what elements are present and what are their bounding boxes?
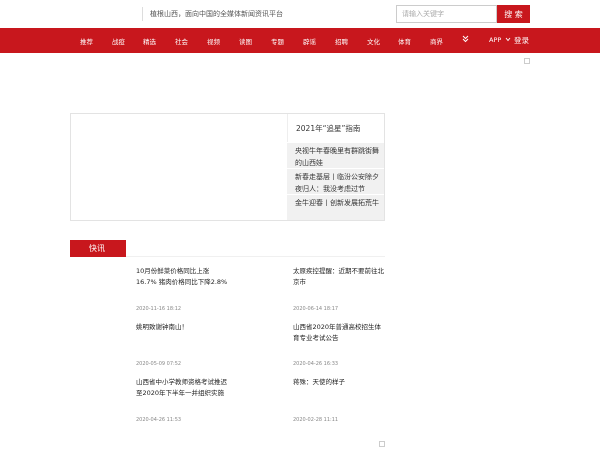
- login-link[interactable]: 登录: [514, 35, 529, 46]
- nav-item-culture[interactable]: 文化: [367, 36, 380, 46]
- search-button[interactable]: 搜 索: [497, 5, 530, 23]
- news-date: 2020-06-14 18:17: [293, 306, 339, 312]
- featured-item[interactable]: 金牛迎春丨创新发展拓荒牛: [287, 194, 384, 220]
- news-title[interactable]: 蒋殊：天使的样子: [293, 377, 385, 388]
- main-nav: 推荐 战疫 精选 社会 视频 读图 专题 辟谣 招聘 文化 体育 商界 APP …: [0, 28, 600, 53]
- news-title[interactable]: 姚明致谢钟南山！: [136, 322, 228, 333]
- nav-item-recommend[interactable]: 推荐: [80, 36, 93, 46]
- news-date: 2020-04-26 11:53: [136, 417, 182, 423]
- nav-item-epidemic[interactable]: 战疫: [112, 36, 125, 46]
- chevron-down-icon: [506, 37, 511, 42]
- nav-item-rumor[interactable]: 辟谣: [303, 36, 316, 46]
- double-chevron-down-icon[interactable]: [462, 35, 469, 45]
- featured-heading[interactable]: 2021年“追星”指南: [287, 114, 384, 142]
- site-slogan: 植根山西，面向中国的全媒体新闻资讯平台: [150, 10, 283, 18]
- nav-item-business[interactable]: 商界: [430, 36, 443, 46]
- nav-item-jobs[interactable]: 招聘: [335, 36, 348, 46]
- news-title[interactable]: 10月份鲜菜价格同比上涨16.7% 猪肉价格同比下降2.8%: [136, 266, 228, 288]
- featured-item[interactable]: 央视牛年春晚里有群跳街舞的山西娃: [287, 142, 384, 168]
- news-item[interactable]: 山西省中小学教师资格考试推迟至2020年下半年一并组织实施: [136, 377, 228, 399]
- nav-item-topics[interactable]: 专题: [271, 36, 284, 46]
- news-item[interactable]: 姚明致谢钟南山！: [136, 322, 228, 333]
- flash-news-tab[interactable]: 快讯: [70, 240, 126, 257]
- placeholder-image-icon: [379, 441, 385, 447]
- featured-slider: 2021年“追星”指南 央视牛年春晚里有群跳街舞的山西娃 新春走基层丨临汾公安除…: [70, 113, 385, 221]
- app-label: APP: [489, 36, 502, 44]
- search-input[interactable]: [396, 5, 497, 23]
- news-date: 2020-04-26 16:33: [293, 361, 339, 367]
- logo-divider: [142, 7, 143, 21]
- placeholder-image-icon: [524, 58, 530, 64]
- news-title[interactable]: 山西省2020年普通高校招生体育专业考试公告: [293, 322, 385, 344]
- nav-item-pictures[interactable]: 读图: [239, 36, 252, 46]
- news-item[interactable]: 太原疾控提醒：近期不要前往北京市: [293, 266, 385, 288]
- top-header: 植根山西，面向中国的全媒体新闻资讯平台 搜 索: [0, 0, 600, 28]
- featured-sidebar: 2021年“追星”指南 央视牛年春晚里有群跳街舞的山西娃 新春走基层丨临汾公安除…: [287, 114, 384, 220]
- news-date: 2020-11-16 18:12: [136, 306, 182, 312]
- news-date: 2020-05-09 07:52: [136, 361, 182, 367]
- news-item[interactable]: 蒋殊：天使的样子: [293, 377, 385, 388]
- featured-item[interactable]: 新春走基层丨临汾公安除夕夜归人：我没考虑过节: [287, 168, 384, 194]
- nav-item-sports[interactable]: 体育: [398, 36, 411, 46]
- flash-divider: [126, 256, 385, 257]
- nav-item-featured[interactable]: 精选: [143, 36, 156, 46]
- news-date: 2020-02-28 11:11: [293, 417, 339, 423]
- nav-item-video[interactable]: 视频: [207, 36, 220, 46]
- news-item[interactable]: 山西省2020年普通高校招生体育专业考试公告: [293, 322, 385, 344]
- news-title[interactable]: 山西省中小学教师资格考试推迟至2020年下半年一并组织实施: [136, 377, 228, 399]
- nav-item-society[interactable]: 社会: [175, 36, 188, 46]
- news-item[interactable]: 10月份鲜菜价格同比上涨16.7% 猪肉价格同比下降2.8%: [136, 266, 228, 288]
- app-menu[interactable]: APP: [489, 36, 511, 44]
- news-title[interactable]: 太原疾控提醒：近期不要前往北京市: [293, 266, 385, 288]
- featured-image[interactable]: [71, 114, 287, 220]
